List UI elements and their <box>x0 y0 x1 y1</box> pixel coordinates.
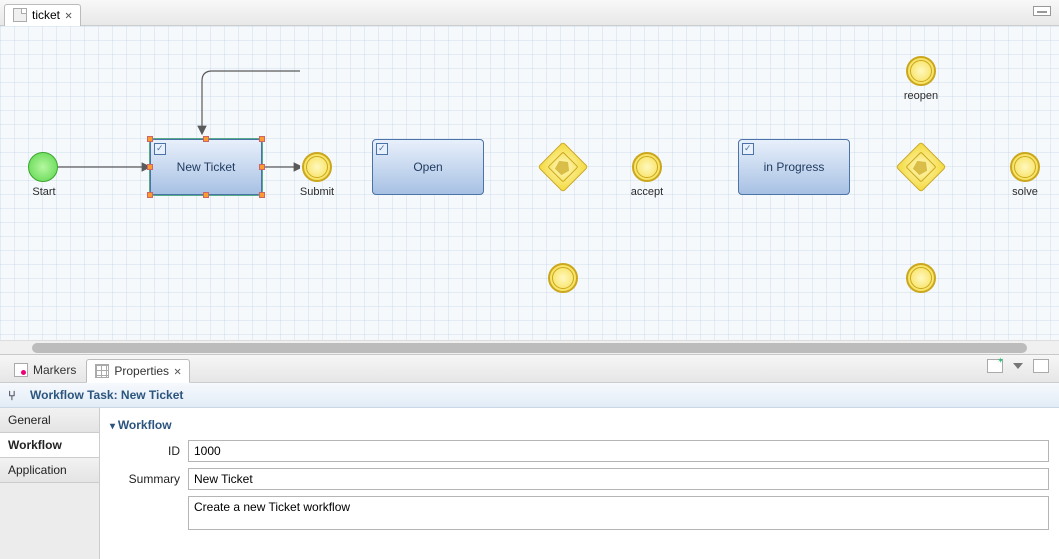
view-tab-bar: Markers Properties ✕ <box>0 355 1059 383</box>
event-below-gw2[interactable] <box>906 263 936 293</box>
markers-icon <box>14 363 28 377</box>
new-view-button[interactable] <box>987 359 1003 373</box>
left-tab-workflow[interactable]: Workflow <box>0 433 99 458</box>
view-toolbar <box>987 359 1049 373</box>
properties-header: Workflow Task: New Ticket <box>0 383 1059 408</box>
task-marker-icon <box>154 143 166 155</box>
close-icon[interactable]: ✕ <box>174 364 181 378</box>
view-menu-chevron-down-icon[interactable] <box>1013 363 1023 369</box>
bottom-panel: Markers Properties ✕ Workflow Task: New … <box>0 354 1059 559</box>
tab-properties-label: Properties <box>114 364 169 378</box>
event-reopen[interactable] <box>906 56 936 86</box>
id-field[interactable] <box>188 440 1049 462</box>
properties-icon <box>95 364 109 378</box>
event-solve[interactable] <box>1010 152 1040 182</box>
gateway-2[interactable] <box>896 142 947 193</box>
editor-tab-bar: ticket ✕ <box>0 0 1059 26</box>
section-title: Workflow <box>110 414 1049 440</box>
event-accept-label: accept <box>622 186 672 198</box>
task-label: in Progress <box>764 160 825 174</box>
id-label: ID <box>110 440 180 458</box>
summary-field[interactable] <box>188 468 1049 490</box>
task-open[interactable]: Open <box>372 139 484 195</box>
event-reopen-label: reopen <box>897 90 945 102</box>
editor-tab-label: ticket <box>32 8 60 22</box>
event-submit-label: Submit <box>295 186 339 198</box>
left-tab-general[interactable]: General <box>0 408 99 433</box>
tab-markers-label: Markers <box>33 363 76 377</box>
summary-label: Summary <box>110 468 180 486</box>
minimize-button[interactable] <box>1033 6 1051 16</box>
event-below-gw1[interactable] <box>548 263 578 293</box>
tab-markers[interactable]: Markers <box>6 358 84 382</box>
left-tab-application[interactable]: Application <box>0 458 99 483</box>
gateway-1[interactable] <box>538 142 589 193</box>
task-in-progress[interactable]: in Progress <box>738 139 850 195</box>
description-field[interactable] <box>188 496 1049 530</box>
event-submit[interactable] <box>302 152 332 182</box>
properties-header-prefix: Workflow Task: <box>30 388 118 402</box>
properties-left-tabs: General Workflow Application <box>0 408 100 559</box>
task-new-ticket[interactable]: New Ticket <box>150 139 262 195</box>
task-label: New Ticket <box>177 160 236 174</box>
editor-tab-ticket[interactable]: ticket ✕ <box>4 4 81 26</box>
task-label: Open <box>413 160 442 174</box>
file-icon <box>13 8 27 22</box>
description-label <box>110 496 180 500</box>
close-icon[interactable]: ✕ <box>65 8 72 22</box>
diagram-canvas-wrap: Start New Ticket Submit Open accept <box>0 26 1059 354</box>
properties-body: General Workflow Application Workflow ID… <box>0 408 1059 559</box>
minimize-view-button[interactable] <box>1033 359 1049 373</box>
tab-properties[interactable]: Properties ✕ <box>86 359 190 383</box>
event-accept[interactable] <box>632 152 662 182</box>
properties-header-subject: New Ticket <box>121 388 183 402</box>
horizontal-scrollbar[interactable] <box>0 340 1059 354</box>
start-label: Start <box>20 186 68 198</box>
task-marker-icon <box>742 143 754 155</box>
properties-form: Workflow ID Summary <box>100 408 1059 559</box>
task-marker-icon <box>376 143 388 155</box>
start-event[interactable] <box>28 152 58 182</box>
diagram-canvas[interactable]: Start New Ticket Submit Open accept <box>0 26 1059 340</box>
event-solve-label: solve <box>1002 186 1048 198</box>
workflow-icon <box>8 388 22 402</box>
